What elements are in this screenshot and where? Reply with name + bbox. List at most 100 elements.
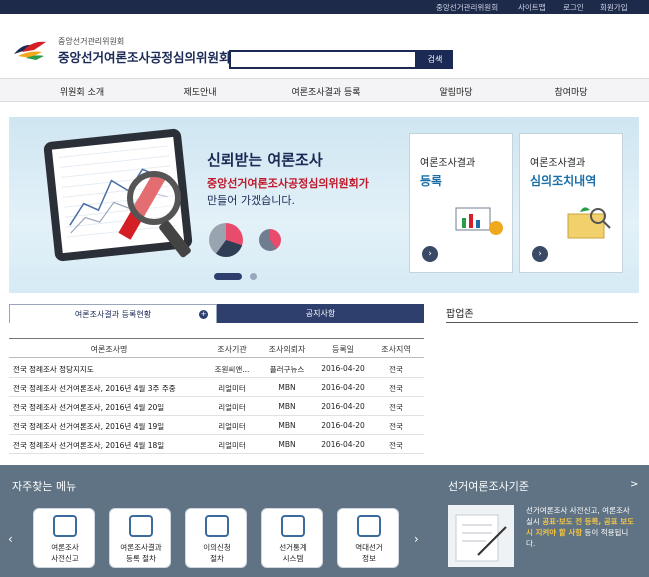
row-client: MBN [278,421,296,430]
pie-chart-small-icon [259,229,281,251]
main-banner: 신뢰받는 여론조사 중앙선거여론조사공정심의위원회가 만들어 가겠습니다. 여론… [9,117,639,293]
card-review-actions[interactable]: 여론조사결과 심의조치내역 › [519,133,623,273]
board-tabs: 여론조사결과 등록현황 + 공지사항 [9,304,424,323]
popup-zone-title: 팝업존 [446,309,474,320]
tile-label: 시스템 [282,554,304,563]
org-subtitle: 중앙선거관리위원회 [58,37,125,46]
nav-notices[interactable]: 알림마당 [439,85,472,98]
row-title[interactable]: 전국 정례조사 정당지지도 [13,364,203,375]
row-agency: 리얼미터 [218,384,246,393]
logo-icon[interactable] [12,36,48,62]
row-agency: 리얼미터 [218,441,246,450]
monitor-chart-icon [455,207,503,235]
tab-label: 여론조사결과 등록현황 [74,310,152,319]
tile-past-elections[interactable]: 역대선거 정보 [337,508,399,568]
chevron-right-icon[interactable]: > [630,479,638,490]
site-title[interactable]: 중앙선거여론조사공정심의위원회 [58,47,231,66]
tile-label: 여론조사결과 [120,543,162,552]
tile-label: 사전신고 [51,554,79,563]
pager-dot[interactable] [250,273,257,280]
tile-label: 역대선거 [355,543,383,552]
std-text-highlight1: 공표·보도 전 [542,517,583,526]
card-go-icon[interactable]: › [422,246,438,262]
row-date: 2016-04-20 [321,440,365,449]
card-go-icon[interactable]: › [532,246,548,262]
site-header: 중앙선거관리위원회 중앙선거여론조사공정심의위원회 검색 [0,14,649,78]
more-icon[interactable]: + [199,310,208,319]
tile-label: 여론조사 [51,543,79,552]
row-title[interactable]: 전국 정례조사 선거여론조사, 2016년 4월 20일 [13,402,203,413]
row-date: 2016-04-20 [321,421,365,430]
top-utility-bar: 중앙선거관리위원회 사이트맵 로그인 회원가입 [0,0,649,14]
table-row[interactable]: 전국 정례조사 선거여론조사, 2016년 4월 3주 주중 리얼미터 MBN … [9,378,424,397]
prev-arrow-icon[interactable]: ‹ [8,532,13,546]
link-signup[interactable]: 회원가입 [600,2,628,13]
user-search-icon [357,515,381,537]
hand-document-icon [205,515,229,537]
link-sitemap[interactable]: 사이트맵 [518,2,546,13]
magnifier-icon [127,171,181,225]
tile-label: 등록 절차 [126,554,156,563]
tile-election-stats[interactable]: 선거통계 시스템 [261,508,323,568]
next-arrow-icon[interactable]: › [414,532,419,546]
document-icon [129,515,153,537]
link-nec[interactable]: 중앙선거관리위원회 [436,2,498,13]
tile-label: 정보 [362,554,376,563]
faq-title: 자주찾는 메뉴 [12,480,77,493]
banner-title: 신뢰받는 여론조사 [207,151,323,169]
tile-registration-procedure[interactable]: 여론조사결과 등록 절차 [109,508,171,568]
row-agency: 조원씨앤... [214,365,250,374]
row-title[interactable]: 전국 정례조사 선거여론조사, 2016년 4월 19일 [13,421,203,432]
row-client: 플러구뉴스 [269,365,305,374]
tile-label: 선거통계 [279,543,307,552]
pager-active-dot[interactable] [214,273,242,280]
tile-objection[interactable]: 이의신청 절차 [185,508,247,568]
col-client: 조사의뢰자 [268,345,306,354]
col-date: 등록일 [331,345,355,354]
chart-report-icon [53,515,77,537]
checklist-icon [281,515,305,537]
nav-about[interactable]: 위원회 소개 [60,85,104,98]
table-row[interactable]: 전국 정례조사 선거여론조사, 2016년 4월 18일 리얼미터 MBN 20… [9,435,424,454]
writing-hand-image [448,505,514,567]
main-nav: 위원회 소개 제도안내 여론조사결과 등록 알림마당 참여마당 [0,78,649,102]
row-client: MBN [278,440,296,449]
tile-pre-report[interactable]: 여론조사 사전신고 [33,508,95,568]
tab-poll-status[interactable]: 여론조사결과 등록현황 + [9,304,217,323]
tab-notices[interactable]: 공지사항 [217,304,424,323]
row-date: 2016-04-20 [321,383,365,392]
table-row[interactable]: 전국 정례조사 선거여론조사, 2016년 4월 20일 리얼미터 MBN 20… [9,397,424,416]
search-button[interactable]: 검색 [417,50,453,69]
tile-label: 이의신청 [203,543,231,552]
pie-chart-icon [209,223,243,257]
link-login[interactable]: 로그인 [563,2,584,13]
banner-subtitle-highlight: 중앙선거여론조사공정심의위원회가 [207,177,369,190]
row-title[interactable]: 전국 정례조사 선거여론조사, 2016년 4월 3주 주중 [13,383,203,394]
col-title: 여론조사명 [90,345,128,354]
card-line2: 등록 [420,174,443,188]
search-input[interactable] [229,50,417,69]
row-region: 전국 [389,422,403,431]
col-region: 조사지역 [381,345,411,354]
row-region: 전국 [389,403,403,412]
tile-label: 절차 [210,554,224,563]
poll-standard-title: 선거여론조사기준 [448,480,529,493]
row-title[interactable]: 전국 정례조사 선거여론조사, 2016년 4월 18일 [13,440,203,451]
folder-magnifier-icon [567,207,611,239]
table-row[interactable]: 전국 정례조사 선거여론조사, 2016년 4월 19일 리얼미터 MBN 20… [9,416,424,435]
row-region: 전국 [389,384,403,393]
bottom-band: 자주찾는 메뉴 ‹ › 여론조사 사전신고 여론조사결과 등록 절차 이의신청 … [0,465,649,577]
col-agency: 조사기관 [217,345,247,354]
row-region: 전국 [389,441,403,450]
banner-subtitle: 만들어 가겠습니다. [207,194,295,207]
divider [446,322,638,323]
nav-system-guide[interactable]: 제도안내 [183,85,216,98]
nav-participation[interactable]: 참여마당 [554,85,587,98]
table-row[interactable]: 전국 정례조사 정당지지도 조원씨앤... 플러구뉴스 2016-04-20 전… [9,359,424,378]
nav-poll-registration[interactable]: 여론조사결과 등록 [291,85,360,98]
row-client: MBN [278,383,296,392]
row-agency: 리얼미터 [218,422,246,431]
row-agency: 리얼미터 [218,403,246,412]
std-text-a: 선거여론조사 사전신고, [526,506,600,515]
card-poll-registration[interactable]: 여론조사결과 등록 › [409,133,513,273]
